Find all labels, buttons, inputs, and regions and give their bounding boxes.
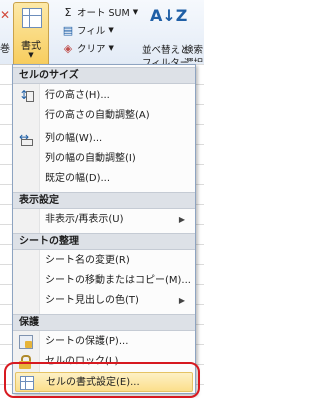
sheet-grid-left[interactable]: [0, 64, 12, 400]
chevron-down-icon: ▼: [28, 51, 34, 59]
menu-item-move-copy-sheet[interactable]: シートの移動またはコピー(M)...: [13, 271, 195, 291]
menu-item-label: 行の高さ(H)...: [45, 90, 110, 101]
format-button[interactable]: 書式 ▼: [13, 2, 49, 64]
menu-item-default-width[interactable]: 既定の幅(D)...: [13, 169, 195, 189]
column-width-icon: [19, 127, 33, 147]
menu-item-column-width[interactable]: 列の幅(W)...: [13, 127, 195, 149]
format-dropdown-menu: セルのサイズ 行の高さ(H)... 行の高さの自動調整(A) 列の幅(W)...…: [12, 64, 196, 394]
menu-item-rename-sheet[interactable]: シート名の変更(R): [13, 251, 195, 271]
fill-label: フィル: [77, 26, 106, 37]
chevron-down-icon: ▼: [108, 26, 114, 34]
sort-filter-button[interactable]: A↓Z 並べ替えと フィルター: [142, 4, 190, 69]
sort-filter-label-1: 並べ替えと: [142, 45, 190, 56]
fill-icon: ▤: [62, 23, 74, 37]
submenu-arrow-icon: ▶: [178, 215, 185, 224]
format-icon: [22, 8, 42, 28]
menu-item-hide-unhide[interactable]: 非表示/再表示(U) ▶: [13, 210, 195, 230]
sheet-protect-icon: [19, 335, 33, 349]
menu-item-label: 非表示/再表示(U): [45, 214, 124, 225]
menu-item-label: 行の高さの自動調整(A): [45, 110, 150, 121]
delete-x-icon[interactable]: ✕: [0, 8, 10, 22]
ribbon-left-label: 巻: [0, 44, 10, 55]
find-select-label-2: 選択: [184, 55, 203, 62]
chevron-down-icon: ▼: [108, 44, 114, 52]
find-select-label-1: 検索: [184, 45, 204, 56]
menu-item-label: シートの保護(P)...: [45, 336, 129, 347]
menu-item-protect-sheet[interactable]: シートの保護(P)...: [13, 332, 195, 352]
menu-item-label: 列の幅(W)...: [45, 133, 103, 144]
menu-item-row-height[interactable]: 行の高さ(H)...: [13, 85, 195, 106]
menu-item-label: シート名の変更(R): [45, 255, 130, 266]
clear-button[interactable]: ◈ クリア ▼: [62, 40, 114, 56]
find-select-button[interactable]: 検索 選択: [184, 4, 204, 62]
clear-label: クリア: [77, 44, 106, 55]
section-header-protection: 保護: [13, 314, 195, 331]
eraser-icon: ◈: [63, 41, 73, 55]
section-header-cell-size: セルのサイズ: [13, 67, 195, 84]
section-header-visibility: 表示設定: [13, 192, 195, 209]
autosum-label: オート SUM: [77, 8, 130, 19]
menu-item-label: 既定の幅(D)...: [45, 173, 111, 184]
menu-item-label: シート見出しの色(T): [45, 295, 139, 306]
chevron-down-icon: ▼: [132, 8, 139, 16]
section-header-organize-sheets: シートの整理: [13, 233, 195, 250]
menu-item-tab-color[interactable]: シート見出しの色(T) ▶: [13, 291, 195, 311]
submenu-arrow-icon: ▶: [178, 296, 185, 305]
menu-item-autofit-row-height[interactable]: 行の高さの自動調整(A): [13, 106, 195, 126]
annotation-highlight-outline: [4, 362, 200, 398]
ribbon: ✕ 巻 書式 ▼ Σ オート SUM ▼ ▤ フィル ▼ ◈ クリア ▼ A↓Z…: [0, 0, 204, 69]
ribbon-left-fragment: ✕ 巻: [0, 0, 14, 64]
menu-item-label: 列の幅の自動調整(I): [45, 153, 136, 164]
menu-item-label: シートの移動またはコピー(M)...: [45, 275, 191, 286]
autosum-button[interactable]: Σ オート SUM ▼: [62, 4, 139, 20]
sigma-icon: Σ: [64, 5, 72, 19]
sort-az-icon: A↓Z: [150, 6, 188, 25]
format-button-label: 書式: [21, 41, 41, 52]
fill-button[interactable]: ▤ フィル ▼: [62, 22, 114, 38]
menu-item-autofit-column-width[interactable]: 列の幅の自動調整(I): [13, 149, 195, 169]
row-height-icon: [19, 85, 34, 105]
sheet-grid-right[interactable]: [196, 64, 204, 400]
